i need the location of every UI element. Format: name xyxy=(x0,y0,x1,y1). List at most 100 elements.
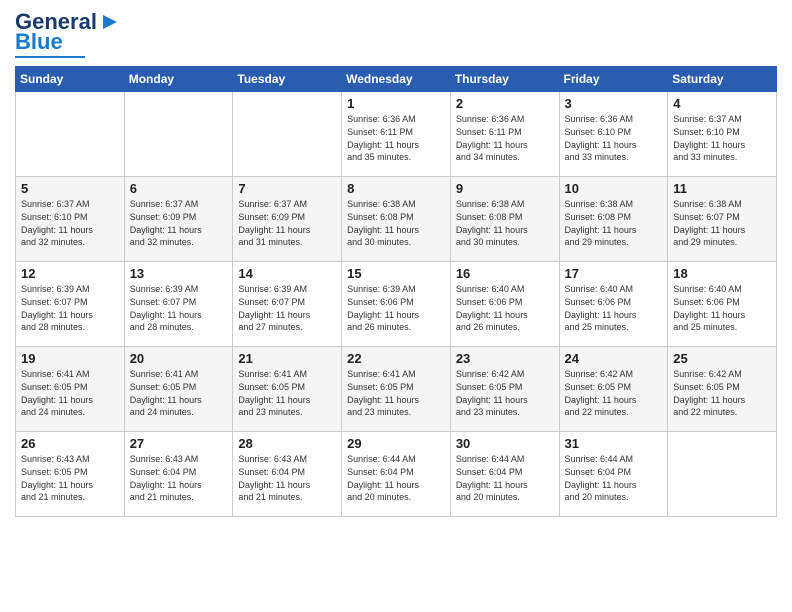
day-number: 28 xyxy=(238,436,336,451)
day-info: Sunrise: 6:41 AM Sunset: 6:05 PM Dayligh… xyxy=(130,368,228,418)
header: General Blue xyxy=(15,10,777,58)
day-info: Sunrise: 6:43 AM Sunset: 6:04 PM Dayligh… xyxy=(238,453,336,503)
calendar-cell xyxy=(16,92,125,177)
day-info: Sunrise: 6:39 AM Sunset: 6:07 PM Dayligh… xyxy=(21,283,119,333)
day-number: 8 xyxy=(347,181,445,196)
day-info: Sunrise: 6:39 AM Sunset: 6:06 PM Dayligh… xyxy=(347,283,445,333)
calendar-cell: 14 Sunrise: 6:39 AM Sunset: 6:07 PM Dayli… xyxy=(233,262,342,347)
day-info: Sunrise: 6:41 AM Sunset: 6:05 PM Dayligh… xyxy=(21,368,119,418)
week-row-4: 19 Sunrise: 6:41 AM Sunset: 6:05 PM Dayli… xyxy=(16,347,777,432)
calendar-cell: 17 Sunrise: 6:40 AM Sunset: 6:06 PM Dayli… xyxy=(559,262,668,347)
day-info: Sunrise: 6:42 AM Sunset: 6:05 PM Dayligh… xyxy=(673,368,771,418)
day-info: Sunrise: 6:36 AM Sunset: 6:10 PM Dayligh… xyxy=(565,113,663,163)
calendar-cell: 23 Sunrise: 6:42 AM Sunset: 6:05 PM Dayli… xyxy=(450,347,559,432)
calendar-cell: 5Sunrise: 6:37 AM Sunset: 6:10 PM Daylig… xyxy=(16,177,125,262)
weekday-header-monday: Monday xyxy=(124,67,233,92)
day-number: 4 xyxy=(673,96,771,111)
calendar-cell: 31 Sunrise: 6:44 AM Sunset: 6:04 PM Dayli… xyxy=(559,432,668,517)
weekday-header-tuesday: Tuesday xyxy=(233,67,342,92)
day-info: Sunrise: 6:42 AM Sunset: 6:05 PM Dayligh… xyxy=(456,368,554,418)
day-info: Sunrise: 6:39 AM Sunset: 6:07 PM Dayligh… xyxy=(238,283,336,333)
calendar-cell: 3 Sunrise: 6:36 AM Sunset: 6:10 PM Daylig… xyxy=(559,92,668,177)
day-number: 6 xyxy=(130,181,228,196)
calendar-cell: 7 Sunrise: 6:37 AM Sunset: 6:09 PM Daylig… xyxy=(233,177,342,262)
weekday-header-thursday: Thursday xyxy=(450,67,559,92)
day-number: 23 xyxy=(456,351,554,366)
calendar-cell: 26Sunrise: 6:43 AM Sunset: 6:05 PM Dayli… xyxy=(16,432,125,517)
day-number: 15 xyxy=(347,266,445,281)
logo-arrow-icon xyxy=(99,11,121,33)
calendar-cell: 21Sunrise: 6:41 AM Sunset: 6:05 PM Dayli… xyxy=(233,347,342,432)
weekday-header-saturday: Saturday xyxy=(668,67,777,92)
day-info: Sunrise: 6:38 AM Sunset: 6:08 PM Dayligh… xyxy=(456,198,554,248)
calendar-cell: 1 Sunrise: 6:36 AM Sunset: 6:11 PM Daylig… xyxy=(342,92,451,177)
week-row-5: 26Sunrise: 6:43 AM Sunset: 6:05 PM Dayli… xyxy=(16,432,777,517)
calendar-cell: 25 Sunrise: 6:42 AM Sunset: 6:05 PM Dayli… xyxy=(668,347,777,432)
calendar-table: SundayMondayTuesdayWednesdayThursdayFrid… xyxy=(15,66,777,517)
day-number: 14 xyxy=(238,266,336,281)
calendar-cell: 27 Sunrise: 6:43 AM Sunset: 6:04 PM Dayli… xyxy=(124,432,233,517)
calendar-cell: 9 Sunrise: 6:38 AM Sunset: 6:08 PM Daylig… xyxy=(450,177,559,262)
day-number: 18 xyxy=(673,266,771,281)
calendar-cell: 11 Sunrise: 6:38 AM Sunset: 6:07 PM Dayli… xyxy=(668,177,777,262)
calendar-cell: 13Sunrise: 6:39 AM Sunset: 6:07 PM Dayli… xyxy=(124,262,233,347)
day-info: Sunrise: 6:41 AM Sunset: 6:05 PM Dayligh… xyxy=(347,368,445,418)
day-info: Sunrise: 6:42 AM Sunset: 6:05 PM Dayligh… xyxy=(565,368,663,418)
day-number: 2 xyxy=(456,96,554,111)
calendar-cell: 10 Sunrise: 6:38 AM Sunset: 6:08 PM Dayli… xyxy=(559,177,668,262)
calendar-cell: 8 Sunrise: 6:38 AM Sunset: 6:08 PM Daylig… xyxy=(342,177,451,262)
day-info: Sunrise: 6:40 AM Sunset: 6:06 PM Dayligh… xyxy=(565,283,663,333)
weekday-header-sunday: Sunday xyxy=(16,67,125,92)
day-number: 26 xyxy=(21,436,119,451)
calendar-cell: 12 Sunrise: 6:39 AM Sunset: 6:07 PM Dayli… xyxy=(16,262,125,347)
day-info: Sunrise: 6:39 AM Sunset: 6:07 PM Dayligh… xyxy=(130,283,228,333)
week-row-2: 5Sunrise: 6:37 AM Sunset: 6:10 PM Daylig… xyxy=(16,177,777,262)
day-number: 29 xyxy=(347,436,445,451)
logo: General Blue xyxy=(15,10,121,58)
day-number: 7 xyxy=(238,181,336,196)
day-number: 1 xyxy=(347,96,445,111)
day-number: 30 xyxy=(456,436,554,451)
day-number: 17 xyxy=(565,266,663,281)
day-info: Sunrise: 6:44 AM Sunset: 6:04 PM Dayligh… xyxy=(565,453,663,503)
week-row-1: 1 Sunrise: 6:36 AM Sunset: 6:11 PM Daylig… xyxy=(16,92,777,177)
day-number: 9 xyxy=(456,181,554,196)
day-info: Sunrise: 6:44 AM Sunset: 6:04 PM Dayligh… xyxy=(456,453,554,503)
day-number: 3 xyxy=(565,96,663,111)
day-info: Sunrise: 6:38 AM Sunset: 6:08 PM Dayligh… xyxy=(565,198,663,248)
logo-blue: Blue xyxy=(15,30,63,54)
day-info: Sunrise: 6:37 AM Sunset: 6:09 PM Dayligh… xyxy=(238,198,336,248)
day-number: 21 xyxy=(238,351,336,366)
day-info: Sunrise: 6:40 AM Sunset: 6:06 PM Dayligh… xyxy=(673,283,771,333)
day-info: Sunrise: 6:43 AM Sunset: 6:04 PM Dayligh… xyxy=(130,453,228,503)
day-number: 27 xyxy=(130,436,228,451)
logo-underline xyxy=(15,56,85,58)
day-info: Sunrise: 6:37 AM Sunset: 6:09 PM Dayligh… xyxy=(130,198,228,248)
calendar-cell: 22 Sunrise: 6:41 AM Sunset: 6:05 PM Dayli… xyxy=(342,347,451,432)
week-row-3: 12 Sunrise: 6:39 AM Sunset: 6:07 PM Dayli… xyxy=(16,262,777,347)
calendar-cell: 16 Sunrise: 6:40 AM Sunset: 6:06 PM Dayli… xyxy=(450,262,559,347)
day-info: Sunrise: 6:36 AM Sunset: 6:11 PM Dayligh… xyxy=(347,113,445,163)
calendar-cell xyxy=(668,432,777,517)
page: General Blue SundayMondayTuesdayWednesda… xyxy=(0,0,792,612)
weekday-header-row: SundayMondayTuesdayWednesdayThursdayFrid… xyxy=(16,67,777,92)
calendar-cell: 24Sunrise: 6:42 AM Sunset: 6:05 PM Dayli… xyxy=(559,347,668,432)
day-info: Sunrise: 6:38 AM Sunset: 6:08 PM Dayligh… xyxy=(347,198,445,248)
day-info: Sunrise: 6:37 AM Sunset: 6:10 PM Dayligh… xyxy=(673,113,771,163)
calendar-cell: 28 Sunrise: 6:43 AM Sunset: 6:04 PM Dayli… xyxy=(233,432,342,517)
calendar-cell: 19 Sunrise: 6:41 AM Sunset: 6:05 PM Dayli… xyxy=(16,347,125,432)
calendar-cell: 29Sunrise: 6:44 AM Sunset: 6:04 PM Dayli… xyxy=(342,432,451,517)
calendar-cell: 6 Sunrise: 6:37 AM Sunset: 6:09 PM Daylig… xyxy=(124,177,233,262)
day-info: Sunrise: 6:37 AM Sunset: 6:10 PM Dayligh… xyxy=(21,198,119,248)
day-number: 31 xyxy=(565,436,663,451)
day-number: 19 xyxy=(21,351,119,366)
calendar-cell: 2Sunrise: 6:36 AM Sunset: 6:11 PM Daylig… xyxy=(450,92,559,177)
day-number: 10 xyxy=(565,181,663,196)
day-info: Sunrise: 6:38 AM Sunset: 6:07 PM Dayligh… xyxy=(673,198,771,248)
day-number: 16 xyxy=(456,266,554,281)
day-number: 11 xyxy=(673,181,771,196)
day-number: 22 xyxy=(347,351,445,366)
day-number: 25 xyxy=(673,351,771,366)
day-number: 12 xyxy=(21,266,119,281)
day-info: Sunrise: 6:40 AM Sunset: 6:06 PM Dayligh… xyxy=(456,283,554,333)
